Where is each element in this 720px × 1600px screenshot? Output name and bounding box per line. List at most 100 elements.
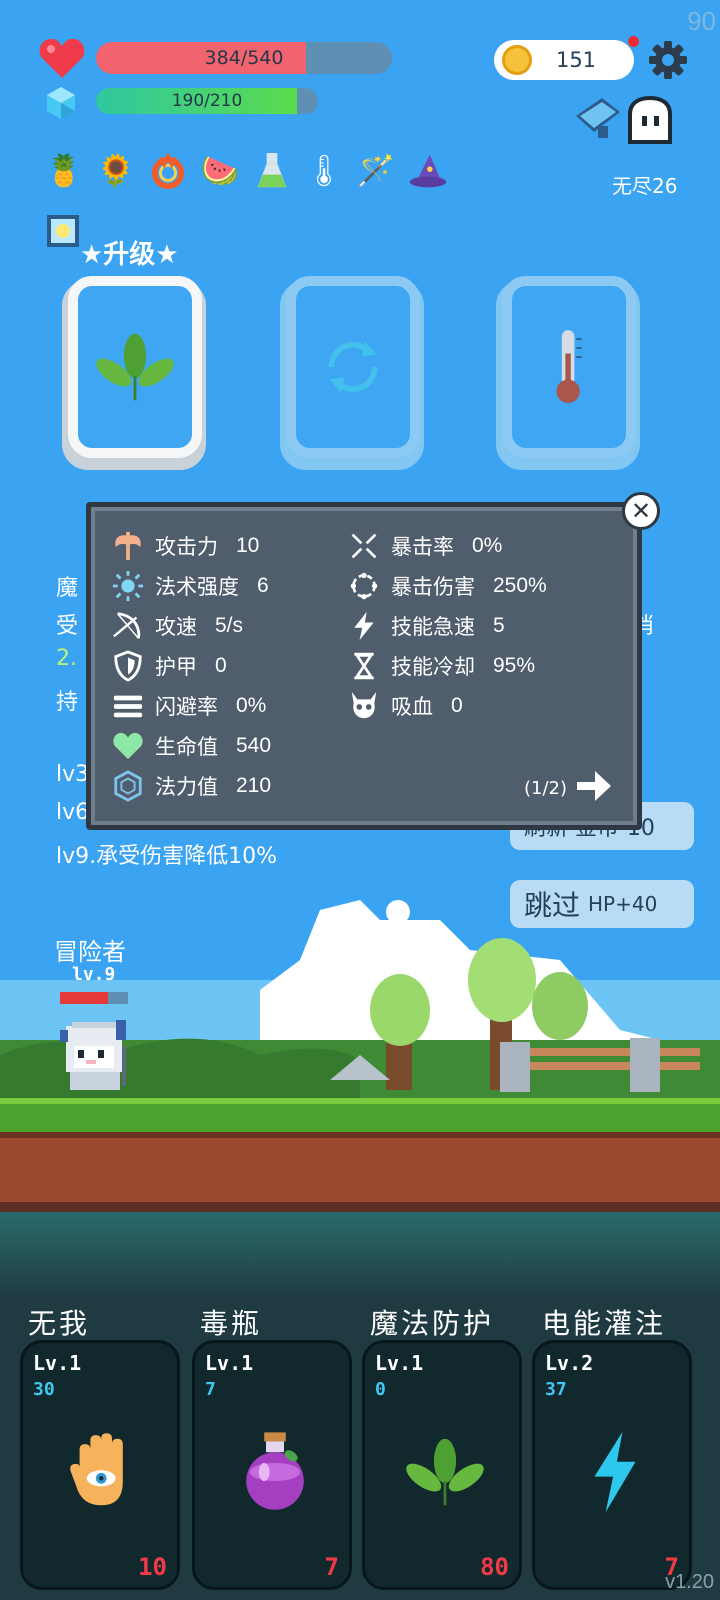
desc-line-2: 受 bbox=[56, 614, 79, 639]
coin-counter[interactable]: 151 bbox=[494, 36, 639, 80]
skill-cost: 10 bbox=[138, 1553, 167, 1581]
flask-icon[interactable] bbox=[252, 148, 292, 194]
pineapple-icon[interactable]: 🍍 bbox=[44, 148, 84, 194]
skill-name-1: 无我 bbox=[28, 1307, 91, 1340]
stat-attack-speed: 攻速 5/s bbox=[111, 609, 243, 643]
skill-count: 0 bbox=[375, 1379, 386, 1400]
skill-cost: 80 bbox=[480, 1553, 509, 1581]
desc-line-4: 持 bbox=[56, 690, 79, 715]
stat-crit-damage: 暴击伤害 250% bbox=[347, 569, 547, 603]
watermelon-icon[interactable]: 🍉 bbox=[200, 148, 240, 194]
mp-bar: 190/210 bbox=[96, 88, 318, 114]
upgrade-title: ★升级★ bbox=[80, 240, 179, 270]
stat-value: 0% bbox=[472, 534, 503, 557]
settings-gear-icon[interactable] bbox=[648, 40, 688, 80]
skill-level: Lv.1 bbox=[33, 1351, 82, 1375]
skill-cost: 7 bbox=[324, 1553, 339, 1581]
endless-mode-label: 无尽26 bbox=[612, 174, 678, 198]
upgrade-card-leaf[interactable] bbox=[68, 276, 202, 458]
stat-value: 0 bbox=[451, 694, 463, 717]
skill-card-2[interactable]: Lv.1 7 7 bbox=[192, 1340, 352, 1590]
stat-label: 技能冷却 bbox=[391, 655, 475, 679]
stat-mana: 法力值 210 bbox=[111, 769, 271, 803]
eye-hand-icon bbox=[53, 1417, 153, 1527]
level-line-3: lv3 bbox=[56, 762, 90, 787]
skill-count: 37 bbox=[545, 1379, 567, 1400]
skill-card-3[interactable]: Lv.1 0 80 bbox=[362, 1340, 522, 1590]
thermometer-icon[interactable]: 🌡 bbox=[304, 148, 344, 194]
item-inventory: 🍍 🌻 🍉 🌡 🪄 bbox=[44, 148, 448, 194]
fire-ring-icon[interactable] bbox=[148, 148, 188, 194]
skull-icon bbox=[347, 689, 381, 723]
skill-name-4: 电能灌注 bbox=[542, 1307, 667, 1340]
skill-card-1[interactable]: Lv.1 30 10 bbox=[20, 1340, 180, 1590]
poison-bottle-icon bbox=[225, 1417, 325, 1527]
wizard-hat-icon[interactable] bbox=[408, 148, 448, 194]
stats-panel: 攻击力 10 法术强度 6 攻速 5/s 护甲 0 闪避率 0% 生命值 540… bbox=[86, 502, 642, 830]
knight-hero-sprite[interactable] bbox=[56, 1016, 136, 1096]
stat-label: 攻速 bbox=[155, 615, 197, 639]
lines-icon bbox=[111, 689, 145, 723]
next-page-arrow-icon[interactable] bbox=[575, 769, 613, 803]
hp-bar: 384/540 bbox=[96, 42, 392, 74]
upgrade-card-thermometer[interactable] bbox=[502, 276, 636, 458]
stat-label: 暴击伤害 bbox=[391, 575, 475, 599]
coin-icon bbox=[502, 45, 532, 75]
map-scroll-icon[interactable] bbox=[572, 96, 624, 142]
crystal-icon bbox=[111, 769, 145, 803]
desc-line-3: 2. bbox=[56, 646, 77, 671]
stat-value: 540 bbox=[236, 734, 272, 757]
ground-edge bbox=[0, 1202, 720, 1212]
crossed-swords-icon bbox=[347, 529, 381, 563]
mp-text: 190/210 bbox=[171, 91, 243, 111]
stat-value: 210 bbox=[236, 774, 272, 797]
thermometer-icon bbox=[556, 330, 582, 403]
stat-cooldown: 技能冷却 95% bbox=[347, 649, 535, 683]
stat-dodge: 闪避率 0% bbox=[111, 689, 266, 723]
skill-level: Lv.2 bbox=[545, 1351, 594, 1375]
magic-wand-icon[interactable]: 🪄 bbox=[356, 148, 396, 194]
lightning-icon bbox=[565, 1417, 665, 1527]
stat-label: 暴击率 bbox=[391, 535, 454, 559]
sun-icon bbox=[111, 569, 145, 603]
lightning-icon bbox=[347, 609, 381, 643]
mana-crystal-icon bbox=[44, 86, 78, 120]
stat-crit-rate: 暴击率 0% bbox=[347, 529, 502, 563]
hero-name: 冒险者 bbox=[54, 938, 126, 966]
heart-icon bbox=[111, 729, 145, 763]
skill-name-2: 毒瓶 bbox=[200, 1307, 263, 1340]
stat-label: 生命值 bbox=[155, 735, 218, 759]
level-line-6: lv6 bbox=[56, 800, 90, 825]
skill-level: Lv.1 bbox=[375, 1351, 424, 1375]
ground-grass bbox=[0, 1098, 720, 1132]
coin-value: 151 bbox=[555, 48, 597, 72]
hero-level: lv.9 bbox=[72, 964, 116, 985]
water-strip bbox=[0, 1212, 720, 1292]
hero-hp-bar bbox=[60, 992, 128, 1004]
refresh-icon bbox=[328, 341, 378, 393]
notification-dot bbox=[628, 36, 639, 47]
stat-value: 250% bbox=[493, 574, 547, 597]
stat-label: 技能急速 bbox=[391, 615, 475, 639]
ground-dirt bbox=[0, 1132, 720, 1202]
ghost-icon[interactable] bbox=[626, 95, 674, 146]
stat-value: 0 bbox=[215, 654, 227, 677]
stat-label: 攻击力 bbox=[155, 535, 218, 559]
close-icon[interactable]: ✕ bbox=[622, 492, 660, 530]
skill-count: 30 bbox=[33, 1379, 55, 1400]
heart-icon bbox=[38, 36, 86, 80]
upgrade-card-refresh[interactable] bbox=[286, 276, 420, 458]
skill-count: 7 bbox=[205, 1379, 216, 1400]
burst-ring-icon bbox=[347, 569, 381, 603]
stat-health: 生命值 540 bbox=[111, 729, 271, 763]
upgrade-badge-icon bbox=[46, 214, 80, 248]
leaf-icon bbox=[395, 1417, 495, 1527]
shield-icon bbox=[111, 649, 145, 683]
stat-label: 吸血 bbox=[391, 695, 433, 719]
stat-ability-haste: 技能急速 5 bbox=[347, 609, 505, 643]
sunflower-icon[interactable]: 🌻 bbox=[96, 148, 136, 194]
skill-card-4[interactable]: Lv.2 37 7 bbox=[532, 1340, 692, 1590]
stat-label: 护甲 bbox=[155, 655, 197, 679]
bow-icon bbox=[111, 609, 145, 643]
axe-icon bbox=[111, 529, 145, 563]
